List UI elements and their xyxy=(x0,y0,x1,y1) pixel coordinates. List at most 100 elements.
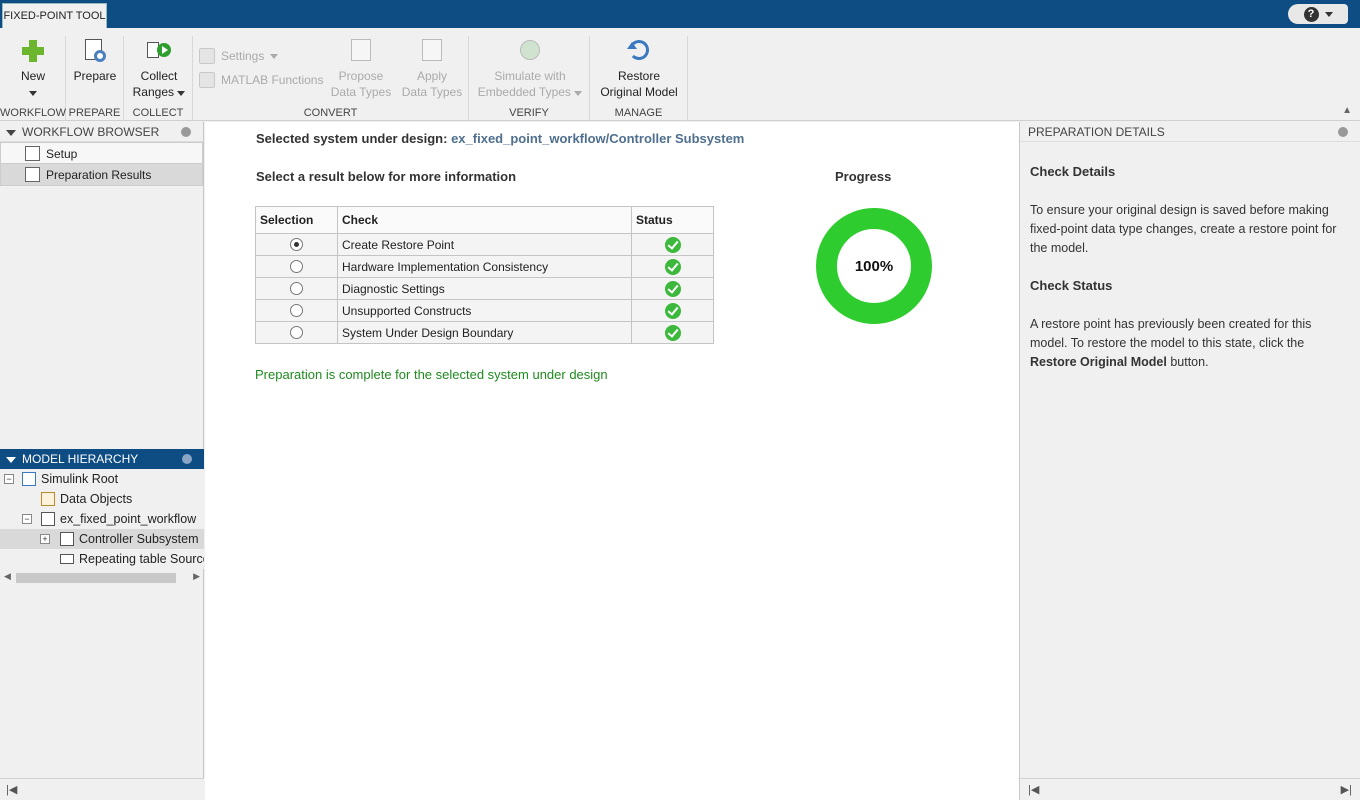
simulate-label-2-text: Embedded Types xyxy=(477,85,571,99)
instruction-text: Select a result below for more informati… xyxy=(256,169,517,184)
radio-button[interactable] xyxy=(290,304,303,317)
selection-cell[interactable] xyxy=(255,255,338,278)
workflow-item-preparation-results[interactable]: Preparation Results xyxy=(0,164,203,186)
table-row[interactable]: Create Restore Point xyxy=(255,233,714,256)
restore-original-model-button[interactable]: Restore Original Model xyxy=(594,36,684,100)
selection-cell[interactable] xyxy=(255,321,338,344)
section-label-verify: VERIFY xyxy=(509,107,549,119)
radio-button[interactable] xyxy=(290,326,303,339)
matlab-functions-button[interactable]: MATLAB Functions xyxy=(199,72,323,88)
radio-button[interactable] xyxy=(290,282,303,295)
panel-options-icon[interactable] xyxy=(181,127,191,137)
new-button[interactable]: New xyxy=(8,36,58,100)
chevron-down-icon xyxy=(574,91,583,96)
expand-node-icon[interactable]: + xyxy=(40,534,50,544)
workflow-item-label: Setup xyxy=(46,147,78,161)
scroll-start-icon[interactable]: |◀ xyxy=(6,784,17,796)
section-collect: Collect Ranges COLLECT xyxy=(124,36,193,121)
apply-data-types-button[interactable]: Apply Data Types xyxy=(399,36,465,100)
prepare-label: Prepare xyxy=(73,69,117,83)
simulate-icon xyxy=(517,38,543,64)
radio-button[interactable] xyxy=(290,238,303,251)
collapse-node-icon[interactable]: − xyxy=(22,514,32,524)
check-pass-icon xyxy=(664,280,681,297)
collapse-node-icon[interactable]: − xyxy=(4,474,14,484)
model-hierarchy-header[interactable]: MODEL HIERARCHY xyxy=(0,449,204,469)
scroll-start-icon[interactable]: |◀ xyxy=(1028,779,1039,800)
tree-node-label: Simulink Root xyxy=(41,472,119,486)
model-icon xyxy=(41,512,55,526)
app-tab[interactable]: FIXED-POINT TOOL xyxy=(2,3,107,28)
table-row[interactable]: Diagnostic Settings xyxy=(255,277,714,300)
check-status-heading: Check Status xyxy=(1030,278,1113,293)
column-header-check: Check xyxy=(337,206,632,234)
details-header: PREPARATION DETAILS xyxy=(1020,122,1360,142)
check-status-text-2: button. xyxy=(1170,355,1209,369)
scrollbar-thumb[interactable] xyxy=(16,573,176,583)
section-manage: Restore Original Model MANAGE xyxy=(590,36,688,121)
collapse-caret-icon xyxy=(6,456,16,463)
column-header-status: Status xyxy=(631,206,714,234)
plus-icon xyxy=(20,38,46,64)
table-row[interactable]: Hardware Implementation Consistency xyxy=(255,255,714,278)
details-title: PREPARATION DETAILS xyxy=(1028,125,1165,139)
tree-horizontal-scrollbar[interactable]: ◀ ▶ xyxy=(0,571,204,585)
collect-ranges-button[interactable]: Collect Ranges xyxy=(130,36,188,100)
sud-path: ex_fixed_point_workflow/Controller Subsy… xyxy=(451,131,745,146)
workflow-item-setup[interactable]: Setup xyxy=(0,142,203,164)
check-status-bold: Restore Original Model xyxy=(1030,355,1167,369)
propose-data-types-button[interactable]: Propose Data Types xyxy=(329,36,393,100)
main-content: Selected system under design: ex_fixed_p… xyxy=(205,122,1019,800)
sud-prefix: Selected system under design: xyxy=(256,131,448,146)
table-row[interactable]: Unsupported Constructs xyxy=(255,299,714,322)
check-pass-icon xyxy=(664,302,681,319)
settings-button[interactable]: Settings xyxy=(199,48,279,64)
radio-button[interactable] xyxy=(290,260,303,273)
left-panel: WORKFLOW BROWSER Setup Preparation Resul… xyxy=(0,122,204,800)
prepare-button[interactable]: Prepare xyxy=(70,36,120,84)
selection-cell[interactable] xyxy=(255,233,338,256)
section-label-workflow: WORKFLOW xyxy=(0,107,66,119)
model-hierarchy-title: MODEL HIERARCHY xyxy=(22,452,139,466)
matlab-functions-label: MATLAB Functions xyxy=(221,73,324,87)
section-label-convert: CONVERT xyxy=(303,107,358,119)
scroll-right-icon[interactable]: ▶ xyxy=(193,571,200,582)
check-details-text: To ensure your original design is saved … xyxy=(1030,203,1337,255)
collect-label-1: Collect xyxy=(140,69,178,83)
help-button[interactable]: ? xyxy=(1288,4,1348,24)
table-row[interactable]: System Under Design Boundary xyxy=(255,321,714,344)
matlab-functions-icon xyxy=(199,72,215,88)
workflow-item-label: Preparation Results xyxy=(46,168,152,182)
tree-node-controller-subsystem[interactable]: + Controller Subsystem xyxy=(0,529,204,549)
check-name: Hardware Implementation Consistency xyxy=(337,255,632,278)
simulate-embedded-types-button[interactable]: Simulate with Embedded Types xyxy=(475,36,585,100)
status-cell xyxy=(631,321,714,344)
selection-cell[interactable] xyxy=(255,299,338,322)
tree-node-repeating-table-source[interactable]: Repeating table Source xyxy=(0,549,204,569)
check-pass-icon xyxy=(664,258,681,275)
toolstrip: New WORKFLOW Prepare PREPARE Collect Ran… xyxy=(0,28,1360,121)
panel-options-icon[interactable] xyxy=(182,454,192,464)
status-cell xyxy=(631,233,714,256)
tree-node-data-objects[interactable]: Data Objects xyxy=(0,489,204,509)
right-bottom-scroll[interactable]: |◀ ▶| xyxy=(1020,778,1360,800)
tree-node-simulink-root[interactable]: − Simulink Root xyxy=(0,469,204,489)
propose-label-1: Propose xyxy=(338,69,384,83)
propose-data-types-icon xyxy=(348,38,374,64)
workflow-browser-header[interactable]: WORKFLOW BROWSER xyxy=(0,122,203,142)
section-verify: Simulate with Embedded Types VERIFY xyxy=(469,36,590,121)
panel-options-icon[interactable] xyxy=(1338,127,1348,137)
check-name: Unsupported Constructs xyxy=(337,299,632,322)
left-bottom-scroll[interactable]: |◀ xyxy=(0,778,204,800)
tree-node-model[interactable]: − ex_fixed_point_workflow xyxy=(0,509,204,529)
progress-value: 100% xyxy=(854,257,894,275)
selection-cell[interactable] xyxy=(255,277,338,300)
scroll-end-icon[interactable]: ▶| xyxy=(1341,779,1352,800)
section-workflow: New WORKFLOW xyxy=(0,36,66,121)
simulink-root-icon xyxy=(22,472,36,486)
chevron-down-icon xyxy=(29,91,37,96)
model-hierarchy: MODEL HIERARCHY − Simulink Root Data Obj… xyxy=(0,449,204,583)
data-objects-icon xyxy=(41,492,55,506)
collapse-toolstrip-icon[interactable]: ▲ xyxy=(1342,105,1352,116)
scroll-left-icon[interactable]: ◀ xyxy=(4,571,11,582)
